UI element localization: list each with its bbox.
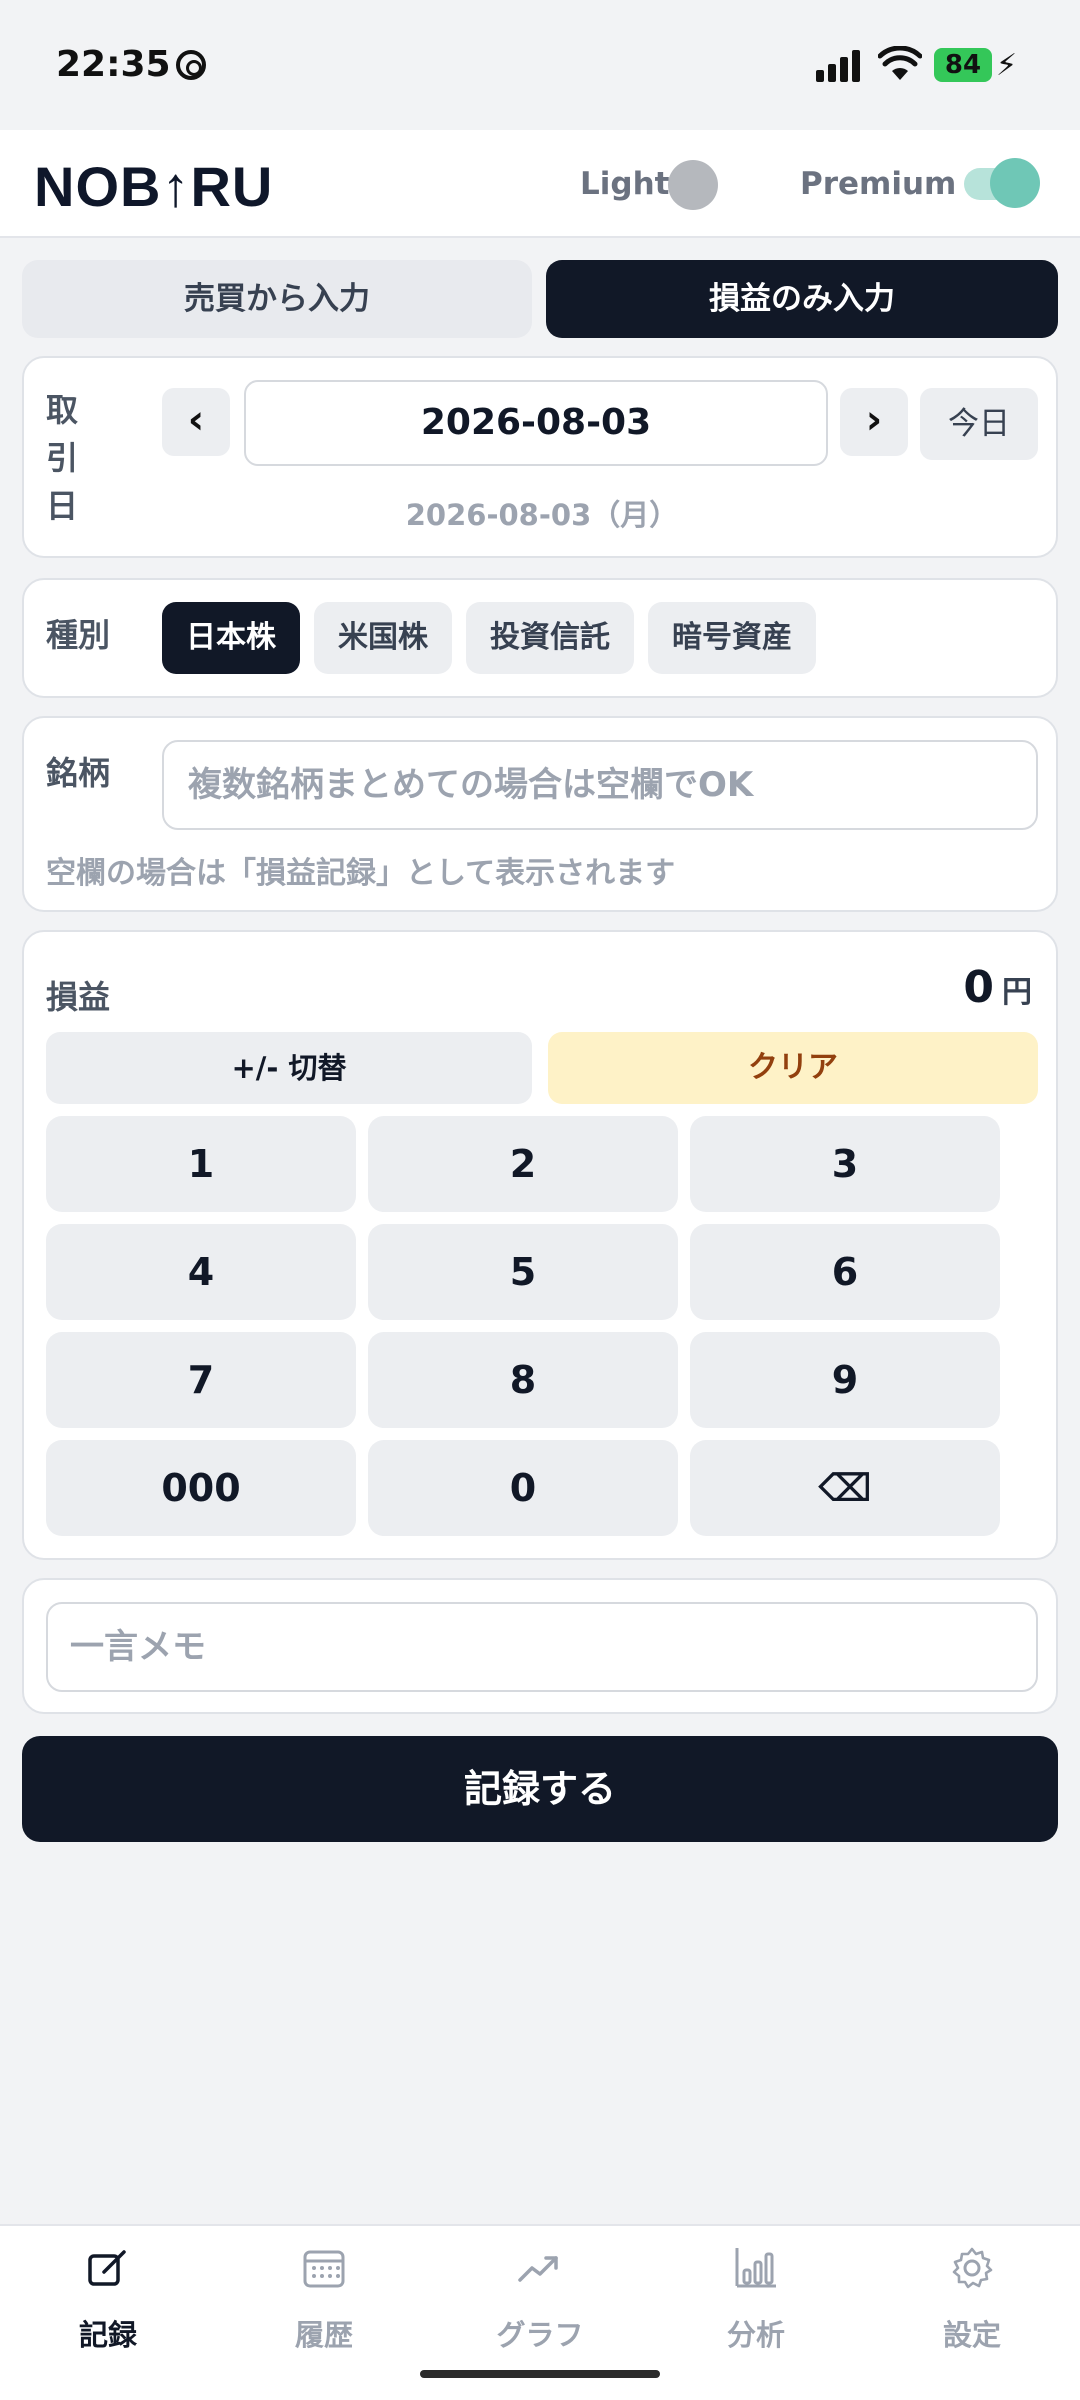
signal-icon [816, 50, 862, 82]
key-7[interactable]: 7 [46, 1332, 356, 1428]
symbol-help-text: 空欄の場合は「損益記録」として表示されます [46, 856, 676, 891]
key-1[interactable]: 1 [46, 1116, 356, 1212]
nav-label-graph: グラフ [496, 2318, 584, 2352]
type-chip-crypto[interactable]: 暗号資産 [648, 602, 816, 674]
nav-item-settings[interactable]: 設定 [864, 2226, 1080, 2356]
key-6[interactable]: 6 [690, 1224, 1000, 1320]
clear-button[interactable]: クリア [548, 1032, 1038, 1104]
app-logo: NOB↑RU [34, 155, 274, 218]
bar-chart-icon [735, 2248, 776, 2288]
type-chip-fund[interactable]: 投資信託 [466, 602, 634, 674]
edit-icon [88, 2250, 126, 2286]
focus-mode-icon [176, 50, 206, 80]
pl-amount-unit: 円 [1002, 975, 1032, 1010]
light-label: Light [580, 166, 670, 202]
app-header: NOB↑RU Light Premium [0, 130, 1080, 238]
premium-label: Premium [800, 166, 957, 202]
next-date-button[interactable]: › [840, 388, 908, 456]
symbol-card: 銘柄 複数銘柄まとめての場合は空欄でOK 空欄の場合は「損益記録」として表示され… [22, 716, 1058, 912]
nav-label-record: 記録 [78, 2318, 137, 2352]
battery-level: 84 [934, 48, 992, 82]
type-chip-jp-stock[interactable]: 日本株 [162, 602, 300, 674]
nav-item-analysis[interactable]: 分析 [648, 2226, 864, 2356]
premium-toggle-knob[interactable] [990, 158, 1040, 208]
key-8[interactable]: 8 [368, 1332, 678, 1428]
nav-item-history[interactable]: 履歴 [216, 2226, 432, 2356]
tab-trade-input[interactable]: 売買から入力 [22, 260, 532, 338]
nav-item-record[interactable]: 記録 [0, 2226, 216, 2356]
nav-label-history: 履歴 [294, 2318, 353, 2352]
trend-icon [518, 2256, 558, 2282]
key-4[interactable]: 4 [46, 1224, 356, 1320]
key-3[interactable]: 3 [690, 1116, 1000, 1212]
key-5[interactable]: 5 [368, 1224, 678, 1320]
pl-amount-value: 0 [963, 962, 994, 1013]
sign-toggle-button[interactable]: +/- 切替 [46, 1032, 532, 1104]
key-2[interactable]: 2 [368, 1116, 678, 1212]
pl-card: 損益 0円 +/- 切替 クリア 1 2 3 4 5 6 7 8 9 000 0… [22, 930, 1058, 1560]
wifi-icon [878, 46, 922, 80]
calendar-icon [303, 2250, 345, 2288]
pl-label: 損益 [46, 978, 111, 1016]
symbol-label: 銘柄 [46, 754, 111, 792]
symbol-input[interactable]: 複数銘柄まとめての場合は空欄でOK [162, 740, 1038, 830]
nav-item-graph[interactable]: グラフ [432, 2226, 648, 2356]
prev-date-button[interactable]: ‹ [162, 388, 230, 456]
light-toggle[interactable] [668, 160, 718, 210]
key-9[interactable]: 9 [690, 1332, 1000, 1428]
memo-card: 一言メモ [22, 1578, 1058, 1714]
memo-input[interactable]: 一言メモ [46, 1602, 1038, 1692]
status-time: 22:35 [56, 44, 171, 85]
type-chip-us-stock[interactable]: 米国株 [314, 602, 452, 674]
nav-label-settings: 設定 [942, 2318, 1001, 2352]
record-button[interactable]: 記録する [22, 1736, 1058, 1842]
home-indicator [420, 2370, 660, 2378]
backspace-icon[interactable]: ⌫ [690, 1440, 1000, 1536]
key-000[interactable]: 000 [46, 1440, 356, 1536]
status-bar: 22:35 84 ⚡ [0, 0, 1080, 130]
date-weekday-text: 2026-08-03（月） [405, 498, 679, 532]
trade-date-card: 取引日 ‹ 2026-08-03 › 今日 2026-08-03（月） [22, 356, 1058, 558]
tab-pl-only-input[interactable]: 損益のみ入力 [546, 260, 1058, 338]
today-button[interactable]: 今日 [920, 388, 1038, 460]
date-input[interactable]: 2026-08-03 [244, 380, 828, 466]
nav-label-analysis: 分析 [726, 2318, 785, 2352]
asset-type-card: 種別 日本株 米国株 投資信託 暗号資産 [22, 578, 1058, 698]
pl-amount-display: 0円 [963, 962, 1032, 1013]
gear-icon [952, 2247, 993, 2289]
charging-icon: ⚡ [996, 48, 1018, 83]
key-0[interactable]: 0 [368, 1440, 678, 1536]
asset-type-label: 種別 [46, 616, 111, 654]
